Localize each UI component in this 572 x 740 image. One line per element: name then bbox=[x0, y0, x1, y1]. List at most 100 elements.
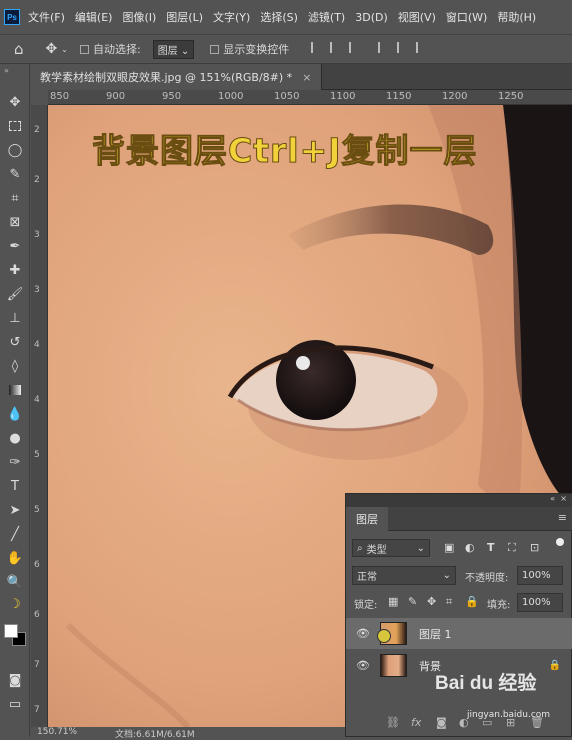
zoom-level[interactable]: 150.71% bbox=[37, 727, 77, 737]
hand-icon[interactable]: ✋ bbox=[5, 548, 25, 568]
filter-pixel-icon[interactable]: ▣ bbox=[444, 541, 454, 554]
layer-row-selected[interactable]: 👁 图层 1 bbox=[346, 618, 572, 649]
filter-type-icon[interactable]: T bbox=[487, 541, 495, 554]
opacity-input[interactable]: 100% bbox=[517, 566, 563, 585]
link-layers-icon[interactable]: ⛓ bbox=[386, 716, 400, 729]
lock-artboard-icon[interactable]: ⌗ bbox=[446, 595, 452, 609]
ruler-tick-label: 5 bbox=[34, 450, 40, 460]
auto-select-dropdown[interactable]: 图层 ⌄ bbox=[152, 39, 195, 59]
zoom-icon[interactable]: 🔍 bbox=[5, 572, 25, 592]
foreground-color-swatch[interactable] bbox=[4, 624, 18, 638]
canvas-headline: 背景图层Ctrl+J复制一层 bbox=[92, 131, 478, 171]
photoshop-logo: Ps bbox=[4, 9, 20, 25]
ruler-tick-label: 1000 bbox=[218, 91, 244, 102]
blur-icon[interactable]: 💧 bbox=[5, 404, 25, 424]
menu-3d[interactable]: 3D(D) bbox=[355, 11, 388, 24]
filter-smart-object-icon[interactable]: ⊡ bbox=[530, 541, 539, 554]
search-icon: ⌕ bbox=[357, 542, 363, 554]
visibility-eye-icon[interactable]: 👁 bbox=[354, 627, 372, 640]
marquee-icon[interactable] bbox=[5, 116, 25, 136]
filter-kind-dropdown[interactable]: ⌕ 类型 ⌄ bbox=[352, 539, 430, 557]
frame-icon[interactable]: ⊠ bbox=[5, 212, 25, 232]
move-icon[interactable]: ✥ bbox=[5, 92, 25, 112]
tab-layers[interactable]: 图层 bbox=[346, 507, 388, 531]
align-bottom-icon[interactable] bbox=[416, 42, 427, 53]
menu-view[interactable]: 视图(V) bbox=[398, 9, 436, 25]
lock-pixels-icon[interactable]: ✎ bbox=[408, 595, 417, 608]
banana-icon[interactable]: ☽ bbox=[5, 594, 25, 614]
blend-mode-dropdown[interactable]: 正常 ⌄ bbox=[352, 566, 456, 585]
filter-shape-icon[interactable]: ⛶ bbox=[508, 541, 516, 555]
ruler-tick-label: 1100 bbox=[330, 91, 356, 102]
menu-window[interactable]: 窗口(W) bbox=[446, 9, 487, 25]
gradient-icon[interactable] bbox=[5, 380, 25, 400]
cursor-highlight-icon bbox=[377, 629, 391, 643]
options-bar: ⌂ ✥ ⌄ 自动选择: 图层 ⌄ 显示变换控件 bbox=[0, 34, 572, 64]
lock-label: 锁定: bbox=[354, 600, 378, 611]
eyedropper-icon[interactable]: ✒ bbox=[5, 236, 25, 256]
healing-brush-icon[interactable]: ✚ bbox=[5, 260, 25, 280]
history-brush-icon[interactable]: ↺ bbox=[5, 332, 25, 352]
menu-image[interactable]: 图像(I) bbox=[122, 9, 156, 25]
menu-edit[interactable]: 编辑(E) bbox=[75, 9, 113, 25]
home-icon[interactable]: ⌂ bbox=[14, 40, 24, 58]
pen-icon[interactable]: ✑ bbox=[5, 452, 25, 472]
close-panel-icon[interactable]: × bbox=[560, 494, 567, 503]
add-mask-icon[interactable]: ◙ bbox=[436, 716, 447, 729]
move-tool-icon[interactable]: ✥ bbox=[46, 41, 58, 57]
document-tab[interactable]: 教学素材绘制双眼皮效果.jpg @ 151%(RGB/8#) * × bbox=[30, 64, 323, 90]
collapse-icon[interactable]: » bbox=[4, 66, 9, 75]
quick-select-icon[interactable]: ✎ bbox=[5, 164, 25, 184]
lock-transparent-icon[interactable]: ▦ bbox=[388, 595, 398, 608]
eraser-icon[interactable]: ◊ bbox=[5, 356, 25, 376]
show-transform-checkbox[interactable] bbox=[210, 43, 223, 56]
quick-mask-icon[interactable]: ◙ bbox=[5, 670, 25, 690]
lock-position-icon[interactable]: ✥ bbox=[427, 595, 436, 608]
color-swatches[interactable] bbox=[4, 622, 26, 648]
close-icon[interactable]: × bbox=[302, 71, 311, 84]
align-middle-icon[interactable] bbox=[397, 42, 408, 53]
chevron-down-icon: ⌄ bbox=[442, 570, 451, 581]
align-right-icon[interactable] bbox=[349, 42, 360, 53]
lock-all-icon[interactable]: 🔒 bbox=[465, 595, 479, 608]
filter-adjustment-icon[interactable]: ◐ bbox=[465, 541, 475, 554]
layer-name[interactable]: 图层 1 bbox=[419, 626, 452, 642]
stamp-icon[interactable]: ⊥ bbox=[5, 308, 25, 328]
ruler-tick-label: 5 bbox=[34, 505, 40, 515]
align-top-icon[interactable] bbox=[378, 42, 389, 53]
lasso-icon[interactable]: ◯ bbox=[5, 140, 25, 160]
chevron-down-icon: ⌄ bbox=[416, 542, 425, 554]
chevron-down-icon[interactable]: ⌄ bbox=[61, 45, 68, 54]
fill-input[interactable]: 100% bbox=[517, 593, 563, 612]
document-info: 文档:6.61M/6.61M bbox=[115, 730, 195, 740]
menu-filter[interactable]: 滤镜(T) bbox=[308, 9, 345, 25]
type-icon[interactable]: T bbox=[5, 476, 25, 496]
ruler-tick-label: 7 bbox=[34, 705, 40, 715]
layers-panel: « × 图层 ≡ ⌕ 类型 ⌄ ▣ ◐ T ⛶ ⊡ 正常 ⌄ 不透明度: 100… bbox=[345, 493, 572, 737]
menu-type[interactable]: 文字(Y) bbox=[213, 9, 250, 25]
menu-file[interactable]: 文件(F) bbox=[28, 9, 65, 25]
collapse-panel-icon[interactable]: « bbox=[550, 494, 555, 503]
visibility-eye-icon[interactable]: 👁 bbox=[354, 659, 372, 672]
screen-mode-icon[interactable]: ▭ bbox=[5, 694, 25, 714]
path-select-icon[interactable]: ➤ bbox=[5, 500, 25, 520]
dodge-icon[interactable]: ● bbox=[5, 428, 25, 448]
lock-icon: 🔒 bbox=[548, 660, 561, 671]
menu-help[interactable]: 帮助(H) bbox=[497, 9, 536, 25]
panel-menu-icon[interactable]: ≡ bbox=[558, 511, 567, 524]
line-icon[interactable]: ╱ bbox=[5, 524, 25, 544]
opacity-value: 100% bbox=[522, 570, 551, 581]
ruler-tick-label: 3 bbox=[34, 285, 40, 295]
crop-icon[interactable]: ⌗ bbox=[5, 188, 25, 208]
filter-toggle-icon[interactable] bbox=[556, 538, 564, 546]
filter-kind-value: 类型 bbox=[366, 544, 387, 556]
blend-mode-value: 正常 bbox=[357, 572, 377, 583]
menu-select[interactable]: 选择(S) bbox=[260, 9, 298, 25]
auto-select-checkbox[interactable] bbox=[79, 43, 93, 56]
menu-layer[interactable]: 图层(L) bbox=[166, 9, 203, 25]
align-left-icon[interactable] bbox=[311, 42, 322, 53]
brush-icon[interactable]: 🖌 bbox=[5, 284, 25, 304]
align-center-icon[interactable] bbox=[330, 42, 341, 53]
fx-icon[interactable]: fx bbox=[411, 716, 421, 729]
ruler-horizontal: 850 900 950 1000 1050 1100 1150 1200 125… bbox=[48, 90, 572, 105]
